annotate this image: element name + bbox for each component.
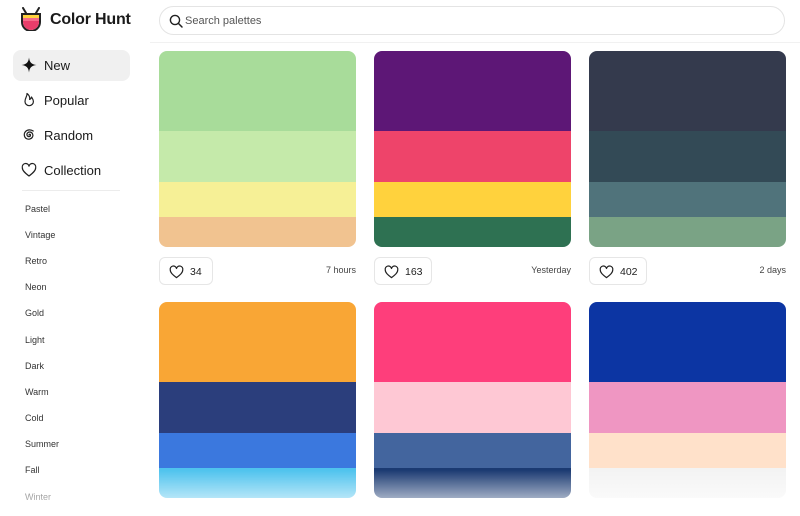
tag-dark[interactable]: Dark (25, 361, 44, 371)
palette-card (589, 302, 786, 498)
palette-card: 34 7 hours (159, 51, 356, 285)
palette-swatches[interactable] (589, 302, 786, 498)
color-swatch[interactable] (589, 382, 786, 433)
color-swatch[interactable] (589, 433, 786, 468)
color-swatch[interactable] (374, 182, 571, 217)
like-button[interactable]: 34 (159, 257, 213, 285)
palette-card: 402 2 days (589, 51, 786, 285)
tag-summer[interactable]: Summer (25, 439, 59, 449)
timestamp: Yesterday (531, 265, 571, 275)
tag-neon[interactable]: Neon (25, 282, 47, 292)
nav-item-collection[interactable]: Collection (13, 155, 130, 186)
palette-swatches[interactable] (374, 51, 571, 247)
nav-label-popular: Popular (44, 93, 89, 108)
color-swatch[interactable] (159, 51, 356, 131)
color-swatch[interactable] (159, 182, 356, 217)
heart-icon (599, 265, 614, 279)
like-button[interactable]: 402 (589, 257, 647, 285)
tag-light[interactable]: Light (25, 335, 45, 345)
palette-card: 163 Yesterday (374, 51, 571, 285)
like-count: 402 (620, 266, 638, 278)
tag-winter[interactable]: Winter (25, 492, 51, 502)
color-swatch[interactable] (159, 302, 356, 382)
nav-label-collection: Collection (44, 163, 102, 178)
color-hunt-logo-icon[interactable] (20, 7, 42, 31)
color-swatch[interactable] (159, 131, 356, 182)
palette-card (159, 302, 356, 498)
search-input[interactable] (185, 11, 765, 31)
color-swatch[interactable] (589, 51, 786, 131)
color-swatch[interactable] (589, 182, 786, 217)
heart-icon (169, 265, 184, 279)
search-bar[interactable] (159, 6, 785, 35)
color-swatch[interactable] (374, 468, 571, 498)
color-swatch[interactable] (159, 382, 356, 433)
color-swatch[interactable] (374, 131, 571, 182)
color-swatch[interactable] (374, 217, 571, 247)
sparkle-icon (21, 57, 37, 73)
palette-swatches[interactable] (374, 302, 571, 498)
brand-name[interactable]: Color Hunt (50, 11, 131, 29)
palette-card (374, 302, 571, 498)
heart-icon (21, 162, 37, 177)
color-swatch[interactable] (589, 468, 786, 498)
tag-cold[interactable]: Cold (25, 413, 44, 423)
tag-warm[interactable]: Warm (25, 387, 49, 397)
tag-retro[interactable]: Retro (25, 256, 47, 266)
like-count: 34 (190, 266, 202, 278)
nav-item-new[interactable]: New (13, 50, 130, 81)
timestamp: 2 days (759, 265, 786, 275)
color-swatch[interactable] (159, 433, 356, 468)
nav-label-random: Random (44, 128, 94, 143)
palette-swatches[interactable] (589, 51, 786, 247)
timestamp: 7 hours (325, 265, 356, 275)
color-swatch[interactable] (159, 217, 356, 247)
tag-pastel[interactable]: Pastel (25, 204, 50, 214)
flame-icon (24, 92, 34, 107)
heart-icon (384, 265, 399, 279)
palette-swatches[interactable] (159, 51, 356, 247)
color-swatch[interactable] (589, 302, 786, 382)
color-swatch[interactable] (589, 131, 786, 182)
top-bar: Color Hunt (0, 0, 800, 42)
tag-fall[interactable]: Fall (25, 465, 40, 475)
header-divider (150, 42, 800, 43)
color-swatch[interactable] (374, 302, 571, 382)
color-swatch[interactable] (589, 217, 786, 247)
palette-swatches[interactable] (159, 302, 356, 498)
like-button[interactable]: 163 (374, 257, 432, 285)
sidebar-divider (22, 190, 120, 191)
nav-item-random[interactable]: Random (13, 120, 130, 151)
color-swatch[interactable] (374, 382, 571, 433)
spiral-icon (23, 129, 34, 140)
sidebar: New Popular Random Collection Pastel Vin… (0, 42, 150, 516)
search-icon (169, 14, 183, 28)
tag-gold[interactable]: Gold (25, 308, 44, 318)
color-swatch[interactable] (159, 468, 356, 498)
nav-label-new: New (44, 58, 71, 73)
color-swatch[interactable] (374, 433, 571, 468)
color-swatch[interactable] (374, 51, 571, 131)
like-count: 163 (405, 266, 423, 278)
tag-vintage[interactable]: Vintage (25, 230, 55, 240)
nav-item-popular[interactable]: Popular (13, 85, 130, 116)
